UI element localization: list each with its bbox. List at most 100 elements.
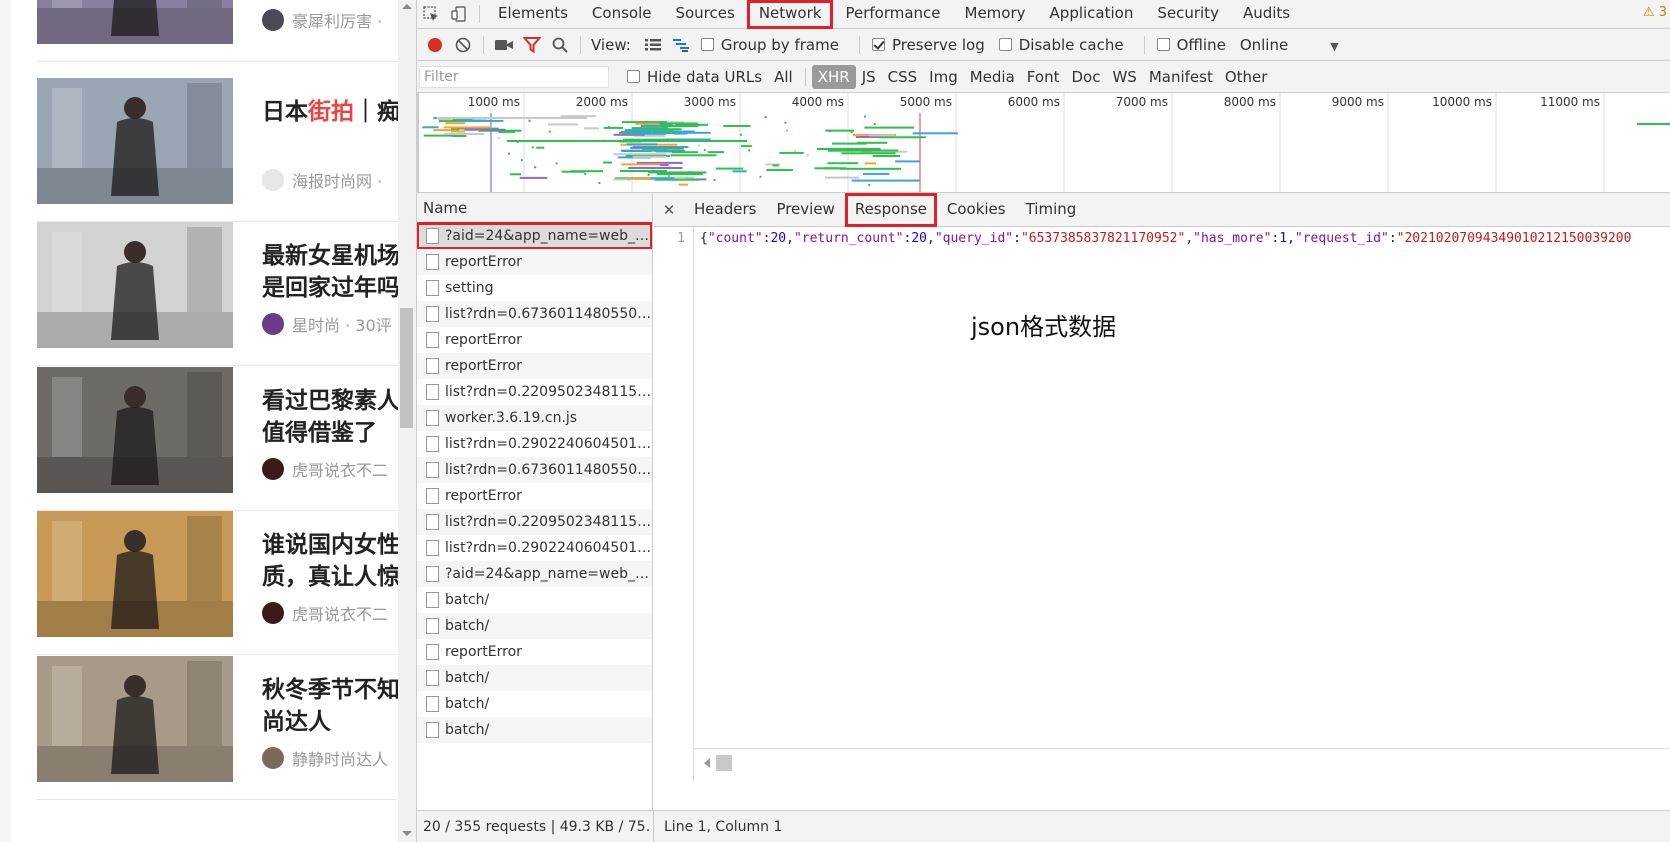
article-card[interactable]: 秋冬季节不知 尚达人静静时尚达人	[37, 646, 400, 800]
detail-tab-response[interactable]: Response	[844, 193, 937, 227]
article-source[interactable]: 海报时尚网 ·	[292, 168, 382, 192]
response-code-line[interactable]: {"count":20,"return_count":20,"query_id"…	[700, 229, 1670, 249]
warning-badge[interactable]: ⚠ 3	[1643, 5, 1667, 20]
filter-type-img[interactable]: Img	[923, 65, 964, 89]
detail-tab-headers[interactable]: Headers	[684, 193, 766, 227]
clear-icon[interactable]	[449, 31, 477, 59]
article-source[interactable]: 静静时尚达人	[292, 746, 388, 770]
filter-type-css[interactable]: CSS	[882, 65, 924, 89]
article-source[interactable]: 虎哥说衣不二	[292, 457, 388, 481]
request-row[interactable]: reportError	[417, 353, 652, 379]
article-card[interactable]: 看过巴黎素人 值得借鉴了虎哥说衣不二	[37, 357, 400, 511]
response-viewer[interactable]: 1 {"count":20,"return_count":20,"query_i…	[654, 227, 1670, 782]
page-scrollbar[interactable]	[398, 0, 416, 842]
article-title[interactable]: 最新女星机场 是回家过年吗	[262, 240, 400, 306]
filter-type-media[interactable]: Media	[964, 65, 1021, 89]
scroll-up-arrow-icon[interactable]	[402, 4, 412, 9]
request-row[interactable]: reportError	[417, 327, 652, 353]
name-column-header[interactable]: Name	[417, 193, 652, 223]
request-row[interactable]: list?rdn=0.2902240604501649	[417, 431, 652, 457]
filter-icon[interactable]	[518, 31, 546, 59]
request-row[interactable]: worker.3.6.19.cn.js	[417, 405, 652, 431]
inspect-element-icon[interactable]	[417, 0, 445, 28]
waterfall-overview-icon[interactable]	[667, 31, 695, 59]
article-card[interactable]: 最新女星机场 是回家过年吗星时尚 · 30评	[37, 212, 400, 366]
request-row[interactable]: list?rdn=0.6736011480550843	[417, 457, 652, 483]
request-row[interactable]: batch/	[417, 665, 652, 691]
filter-type-doc[interactable]: Doc	[1065, 65, 1106, 89]
article-title[interactable]: 谁说国内女性 质，真让人惊	[262, 529, 400, 595]
offline-checkbox[interactable]	[1156, 38, 1170, 51]
article-source[interactable]: 豪犀利厉害 ·	[292, 8, 382, 32]
tab-elements[interactable]: Elements	[486, 0, 580, 29]
request-row[interactable]: batch/	[417, 717, 652, 743]
tab-performance[interactable]: Performance	[833, 0, 952, 29]
request-row[interactable]: list?rdn=0.6736011480550843	[417, 301, 652, 327]
tab-audits[interactable]: Audits	[1231, 0, 1302, 29]
request-row[interactable]: list?rdn=0.2902240604501649	[417, 535, 652, 561]
record-icon[interactable]	[421, 31, 449, 59]
author-avatar[interactable]	[262, 458, 284, 480]
filter-type-js[interactable]: JS	[856, 65, 882, 89]
author-avatar[interactable]	[262, 747, 284, 769]
article-source[interactable]: 虎哥说衣不二	[292, 601, 388, 625]
tab-sources[interactable]: Sources	[663, 0, 746, 29]
article-thumbnail[interactable]	[37, 367, 233, 493]
request-row[interactable]: reportError	[417, 639, 652, 665]
scrollbar-thumb[interactable]	[400, 308, 413, 428]
detail-tab-cookies[interactable]: Cookies	[937, 193, 1016, 227]
detail-tab-timing[interactable]: Timing	[1016, 193, 1087, 227]
request-row[interactable]: ?aid=24&app_name=web_search	[417, 561, 652, 587]
search-icon[interactable]	[546, 31, 574, 59]
large-request-rows-icon[interactable]	[639, 31, 667, 59]
request-row[interactable]: list?rdn=0.22095023481155245	[417, 379, 652, 405]
scroll-left-arrow-icon[interactable]	[704, 758, 710, 768]
filter-type-other[interactable]: Other	[1219, 65, 1274, 89]
capture-screenshots-icon[interactable]	[490, 31, 518, 59]
filter-input[interactable]	[419, 65, 609, 88]
request-row[interactable]: reportError	[417, 249, 652, 275]
request-row[interactable]: batch/	[417, 587, 652, 613]
article-thumbnail[interactable]	[37, 78, 233, 204]
tab-security[interactable]: Security	[1145, 0, 1231, 29]
device-toolbar-icon[interactable]	[445, 0, 473, 28]
article-card[interactable]: 豪犀利厉害 ·	[37, 0, 397, 62]
request-row[interactable]: list?rdn=0.22095023481155245	[417, 509, 652, 535]
article-thumbnail[interactable]	[37, 511, 233, 637]
horizontal-scrollbar-thumb[interactable]	[716, 755, 732, 771]
author-avatar[interactable]	[262, 169, 284, 191]
disable-cache-checkbox[interactable]	[998, 38, 1012, 51]
tab-console[interactable]: Console	[580, 0, 664, 29]
timeline-overview[interactable]: 1000 ms 2000 ms 3000 ms 4000 ms 5000 ms 6000 …	[417, 93, 1670, 193]
article-title[interactable]: 日本街拍｜痴	[262, 96, 400, 162]
article-title[interactable]: 秋冬季节不知 尚达人	[262, 674, 400, 740]
group-by-frame-checkbox[interactable]	[700, 38, 714, 51]
request-row[interactable]: reportError	[417, 483, 652, 509]
hide-data-urls-checkbox[interactable]	[627, 70, 640, 83]
close-icon[interactable]: ✕	[654, 201, 684, 219]
article-title[interactable]	[262, 0, 400, 2]
scroll-down-arrow-icon[interactable]	[402, 831, 412, 836]
throttling-select[interactable]: Online ▼	[1240, 36, 1339, 54]
article-thumbnail[interactable]	[37, 656, 233, 782]
article-thumbnail[interactable]	[37, 222, 233, 348]
article-card[interactable]: 谁说国内女性 质，真让人惊虎哥说衣不二	[37, 501, 400, 655]
article-thumbnail[interactable]	[37, 0, 233, 44]
request-row[interactable]: batch/	[417, 613, 652, 639]
preserve-log-checkbox[interactable]	[871, 38, 885, 51]
tab-network[interactable]: Network	[746, 0, 834, 29]
article-title[interactable]: 看过巴黎素人 值得借鉴了	[262, 385, 400, 451]
filter-type-font[interactable]: Font	[1021, 65, 1066, 89]
request-row[interactable]: batch/	[417, 691, 652, 717]
filter-type-ws[interactable]: WS	[1106, 65, 1142, 89]
author-avatar[interactable]	[262, 313, 284, 335]
article-card[interactable]: 日本街拍｜痴海报时尚网 ·	[37, 68, 400, 222]
tab-application[interactable]: Application	[1038, 0, 1146, 29]
filter-type-manifest[interactable]: Manifest	[1143, 65, 1219, 89]
horizontal-scrollbar[interactable]	[694, 748, 1670, 776]
request-row[interactable]: ?aid=24&app_name=web_search	[417, 222, 652, 250]
author-avatar[interactable]	[262, 9, 284, 31]
request-row[interactable]: setting	[417, 275, 652, 301]
article-source[interactable]: 星时尚 · 30评	[292, 312, 392, 336]
filter-type-xhr[interactable]: XHR	[811, 64, 856, 89]
